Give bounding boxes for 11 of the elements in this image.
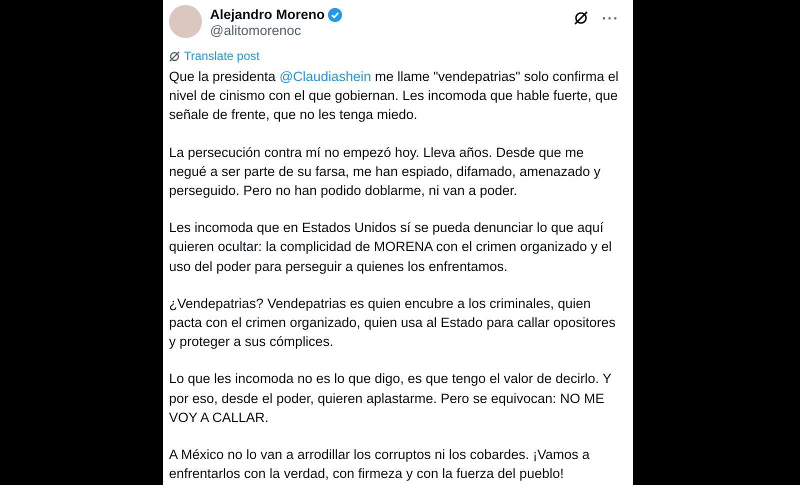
- slashed-circle-icon[interactable]: [574, 11, 588, 25]
- post-paragraph: Lo que les incomoda no es lo que digo, es que tengo el valor de decirlo. Y por eso, desde el poder, quieren aplastarme. Pero se equivocan: NO ME VOY A CALLAR.: [169, 370, 612, 427]
- post-paragraph: A México no lo van a arrodillar los corruptos ni los cobardes. ¡Vamos a enfrentarlos con la verdad, con firmeza y con la fuerza del pueblo!: [169, 446, 591, 484]
- post-paragraph: Les incomoda que en Estados Unidos sí se pueda denunciar lo que aquí quieren ocultar: la complicidad de MORENA con el crimen organizado y el uso del poder para perseguir a quienes los enfrentamos.: [169, 219, 613, 276]
- author-handle[interactable]: @alitomorenoc: [210, 23, 566, 38]
- post-paragraph: Que la presidenta @Claudiashein me llame "vendepatrias" solo confirma el nivel de cinismo con el que gobiernan. Les incomoda que hable fuerte, que señale de frente, que no les tenga miedo.: [169, 68, 620, 124]
- post-paragraph: ¿Vendepatrias? Vendepatrias es quien encubre a los criminales, quien pacta con el crimen organizado, quien usa al Estado para callar opositores y proteger a sus cómplices.: [169, 294, 617, 352]
- post-paragraph: La persecución contra mí no empezó hoy. Lleva años. Desde que me negué a ser parte de su farsa, me han espiado, difamado, amenazado y perseguido. Pero no han podido doblarme, ni van a poder.: [169, 144, 602, 200]
- slashed-circle-icon: [169, 50, 180, 62]
- author-name[interactable]: Alejandro Moreno: [210, 7, 325, 22]
- more-menu-button[interactable]: ···: [602, 10, 619, 26]
